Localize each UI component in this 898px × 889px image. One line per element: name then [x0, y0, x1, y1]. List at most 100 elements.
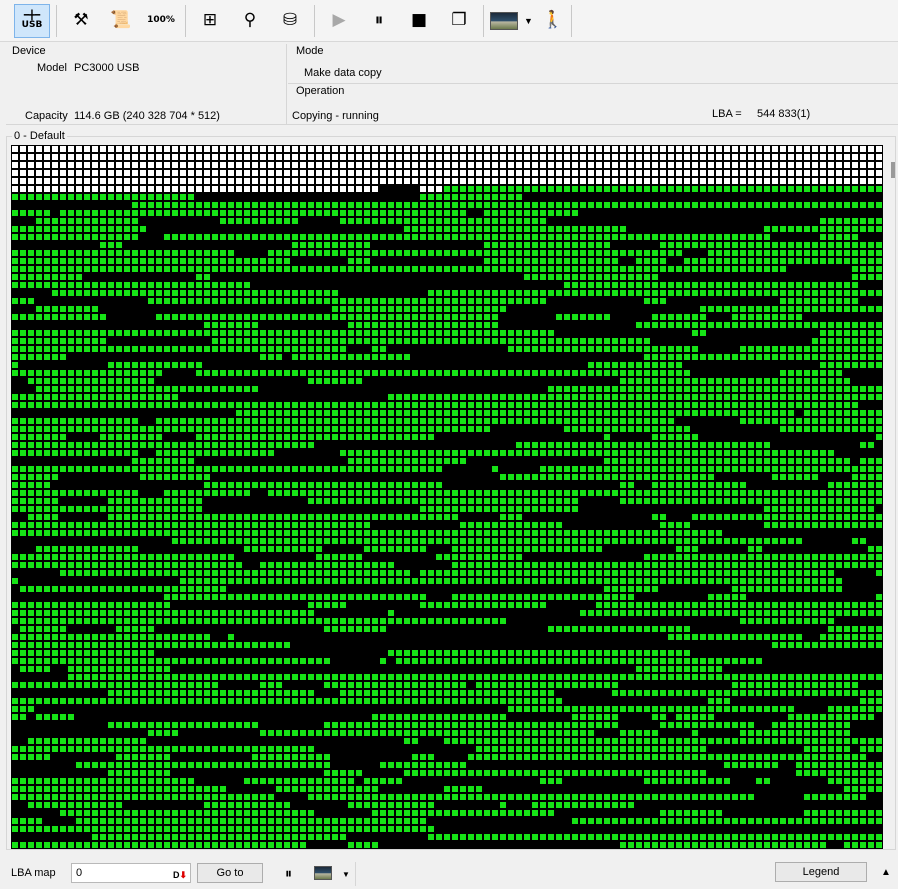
map-block: [523, 305, 531, 313]
map-title: 0 - Default: [12, 130, 67, 142]
map-block: [395, 481, 403, 489]
map-block: [59, 393, 67, 401]
map-block: [363, 249, 371, 257]
map-block: [387, 329, 395, 337]
lba-block-map[interactable]: [11, 145, 884, 852]
map-block: [835, 249, 843, 257]
map-block: [211, 353, 219, 361]
map-block: [115, 217, 123, 225]
map-block: [155, 489, 163, 497]
map-block: [259, 329, 267, 337]
map-block: [771, 297, 779, 305]
map-block: [779, 161, 787, 169]
map-block: [555, 329, 563, 337]
map-block: [803, 409, 811, 417]
map-block: [323, 273, 331, 281]
map-block: [619, 257, 627, 265]
map-block: [219, 409, 227, 417]
start-button[interactable]: ▶: [321, 4, 357, 38]
map-block: [243, 233, 251, 241]
chevron-down-icon[interactable]: ▼: [524, 16, 533, 26]
exit-button[interactable]: 🚶: [541, 4, 565, 38]
map-block: [187, 145, 195, 153]
map-block: [91, 457, 99, 465]
report-button[interactable]: 100%: [143, 4, 179, 38]
map-block: [579, 193, 587, 201]
map-block: [139, 425, 147, 433]
map-block: [83, 353, 91, 361]
map-block: [115, 225, 123, 233]
map-view-icon[interactable]: [490, 11, 518, 30]
map-block: [203, 353, 211, 361]
map-block: [331, 409, 339, 417]
search-button[interactable]: ⚲: [232, 4, 268, 38]
map-block: [331, 433, 339, 441]
map-block: [715, 393, 723, 401]
map-block: [275, 369, 283, 377]
map-block: [827, 249, 835, 257]
map-block: [691, 193, 699, 201]
map-block: [675, 409, 683, 417]
map-block: [467, 305, 475, 313]
map-block: [699, 145, 707, 153]
map-block: [59, 473, 67, 481]
map-block: [659, 353, 667, 361]
map-block: [875, 369, 883, 377]
map-block: [267, 481, 275, 489]
map-block: [91, 433, 99, 441]
map-block: [499, 225, 507, 233]
tools-button[interactable]: ⚒: [63, 4, 99, 38]
map-block: [515, 481, 523, 489]
map-block: [139, 201, 147, 209]
map-block: [731, 425, 739, 433]
structure-button[interactable]: ⊞: [192, 4, 228, 38]
windows-button[interactable]: ❐: [441, 4, 477, 38]
map-block: [323, 473, 331, 481]
stop-button[interactable]: ■: [401, 4, 437, 38]
map-block: [331, 465, 339, 473]
map-block: [755, 345, 763, 353]
map-block: [523, 177, 531, 185]
map-block: [707, 193, 715, 201]
map-block: [395, 385, 403, 393]
map-block: [627, 161, 635, 169]
usb-connect-button[interactable]: ━╋━ USB: [14, 3, 50, 38]
map-block: [579, 369, 587, 377]
map-block: [395, 369, 403, 377]
map-block: [75, 353, 83, 361]
map-block: [147, 465, 155, 473]
map-block: [195, 273, 203, 281]
map-block: [843, 409, 851, 417]
log-button[interactable]: 📜: [103, 4, 139, 38]
map-block: [227, 153, 235, 161]
map-block: [187, 161, 195, 169]
map-block: [51, 305, 59, 313]
pause-button[interactable]: ⏸: [361, 4, 397, 38]
map-block: [683, 345, 691, 353]
map-block: [803, 489, 811, 497]
map-block: [627, 441, 635, 449]
map-block: [267, 201, 275, 209]
map-block: [835, 345, 843, 353]
map-block: [27, 249, 35, 257]
map-block: [43, 377, 51, 385]
map-block: [619, 209, 627, 217]
device-group-label: Device: [10, 45, 48, 57]
map-block: [851, 457, 859, 465]
map-block: [531, 145, 539, 153]
map-block: [179, 361, 187, 369]
map-block: [523, 481, 531, 489]
map-block: [571, 161, 579, 169]
map-block: [715, 169, 723, 177]
map-block: [707, 225, 715, 233]
map-block: [19, 417, 27, 425]
disk-image-button[interactable]: ⛁: [272, 4, 308, 38]
map-block: [307, 321, 315, 329]
map-block: [35, 401, 43, 409]
map-block: [403, 241, 411, 249]
map-block: [363, 465, 371, 473]
map-block: [451, 449, 459, 457]
map-block: [187, 305, 195, 313]
map-block: [259, 409, 267, 417]
map-block: [195, 433, 203, 441]
